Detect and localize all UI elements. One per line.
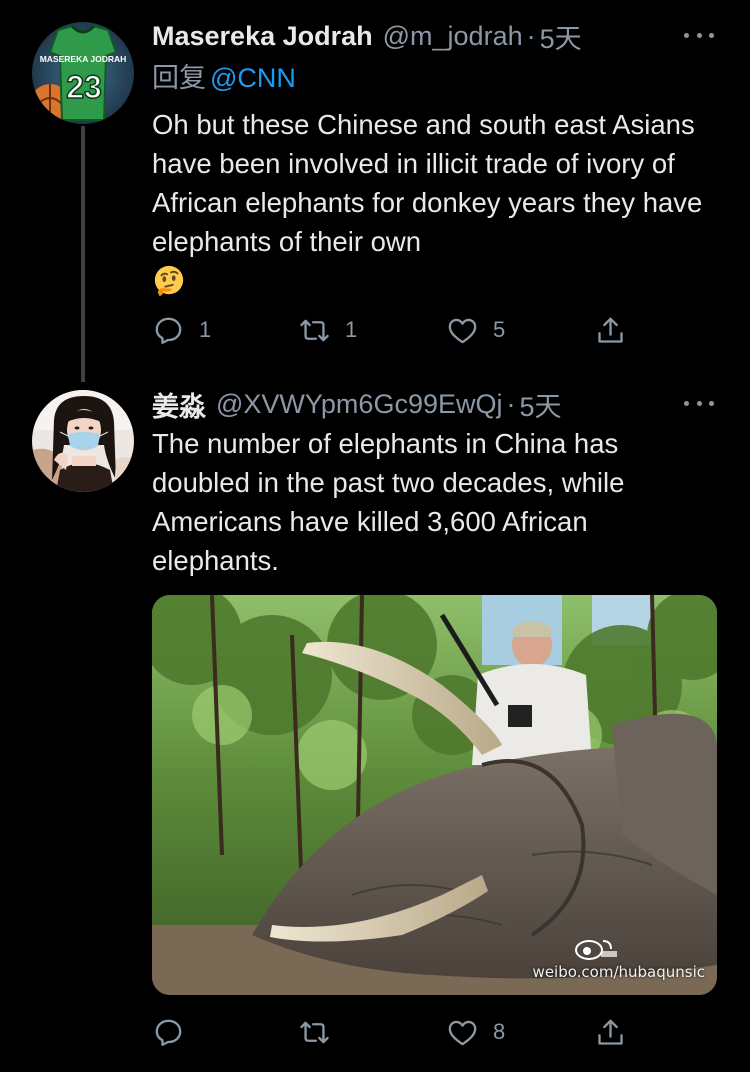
timestamp[interactable]: 5天 xyxy=(540,17,582,56)
retweet-icon xyxy=(300,319,329,341)
user-handle[interactable]: @XVWYpm6Gc99EwQj xyxy=(216,389,502,420)
tweet-text: The number of elephants in China has dou… xyxy=(152,428,625,576)
reply-to-line: 回复 @CNN xyxy=(152,56,296,95)
like-button[interactable]: 8 xyxy=(446,1012,505,1052)
reply-button[interactable] xyxy=(152,1012,199,1052)
retweet-icon xyxy=(300,1021,329,1043)
tweet-header: 姜淼 @XVWYpm6Gc99EwQj · 5天 xyxy=(152,384,720,424)
like-count: 8 xyxy=(493,1019,506,1044)
separator-dot: · xyxy=(526,20,536,51)
heart-icon xyxy=(448,318,477,343)
heart-icon xyxy=(448,1020,477,1045)
tweet-text: Oh but these Chinese and south east Asia… xyxy=(152,105,722,300)
tweet-media-photo[interactable]: weibo.com/hubaqunsic xyxy=(152,595,717,995)
avatar[interactable]: MASEREKA JODRAH 23 xyxy=(32,22,134,124)
weibo-logo-icon xyxy=(575,940,617,960)
tweet[interactable]: MASEREKA JODRAH 23 Masereka Jodrah @m_jo… xyxy=(0,0,750,382)
share-button[interactable] xyxy=(594,1012,627,1052)
avatar-jersey-number: 23 xyxy=(66,69,102,105)
tweet-header: Masereka Jodrah @m_jodrah · 5天 xyxy=(152,16,720,56)
avatar-jersey-name: MASEREKA JODRAH xyxy=(40,54,127,64)
share-button[interactable] xyxy=(594,310,627,350)
separator-dot: · xyxy=(506,388,516,419)
reply-mention-link[interactable]: @CNN xyxy=(210,63,296,93)
avatar[interactable] xyxy=(32,390,134,492)
timestamp[interactable]: 5天 xyxy=(519,385,561,424)
tweet-actions: 1 1 5 xyxy=(152,310,652,350)
reply-button[interactable]: 1 xyxy=(152,310,211,350)
tweet[interactable]: 姜淼 @XVWYpm6Gc99EwQj · 5天 The number of e… xyxy=(0,378,750,1072)
reply-count: 1 xyxy=(199,317,212,342)
thinking-face-icon xyxy=(154,265,184,297)
reply-label: 回复 xyxy=(152,63,206,93)
reply-icon xyxy=(155,317,182,344)
share-icon xyxy=(598,317,623,343)
user-handle[interactable]: @m_jodrah xyxy=(383,21,523,52)
more-icon[interactable] xyxy=(684,398,714,408)
media-watermark: weibo.com/hubaqunsic xyxy=(532,963,705,981)
retweet-count: 1 xyxy=(345,317,358,342)
like-count: 5 xyxy=(493,317,506,342)
retweet-button[interactable] xyxy=(298,1012,345,1052)
more-icon[interactable] xyxy=(684,30,714,40)
display-name[interactable]: Masereka Jodrah xyxy=(152,21,373,52)
like-button[interactable]: 5 xyxy=(446,310,505,350)
tweet-text-content: Oh but these Chinese and south east Asia… xyxy=(152,109,703,257)
reply-icon xyxy=(155,1019,182,1046)
display-name[interactable]: 姜淼 xyxy=(152,385,206,424)
thread-line xyxy=(81,126,85,382)
tweet-actions: 8 xyxy=(152,1012,652,1052)
share-icon xyxy=(598,1019,623,1045)
retweet-button[interactable]: 1 xyxy=(298,310,357,350)
